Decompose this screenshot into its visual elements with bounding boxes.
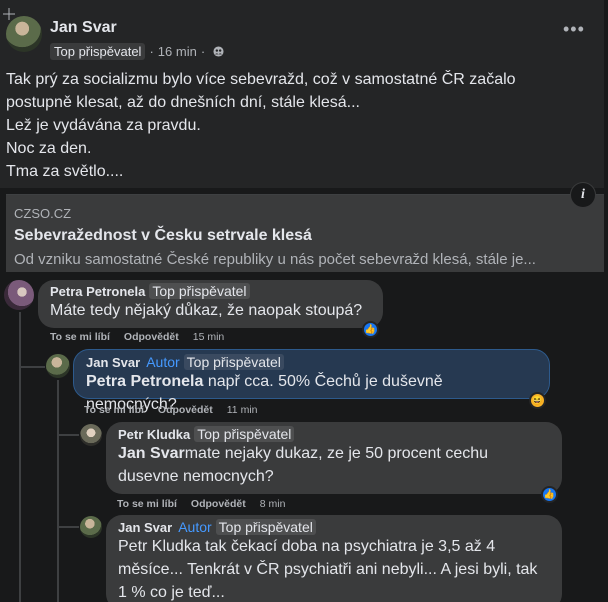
top-contributor-badge: Top přispěvatel [149,283,250,299]
comment-author[interactable]: Petra Petronela [50,284,145,299]
link-title[interactable]: Sebevražednost v Česku setrvale klesá [14,227,312,245]
post-text-line: Tak prý za socializmu bylo více sebevraž… [6,71,516,88]
comment-time[interactable]: 11 min [227,404,258,416]
comment-author[interactable]: Jan Svar [86,355,140,370]
reply-button[interactable]: Odpovědět [158,404,213,416]
comment-bubble: Jan Svar Autor Top přispěvatel Petra Pet… [73,349,550,413]
post-meta: Top přispěvatel · 16 min · [50,43,224,60]
comment-time[interactable]: 15 min [193,331,225,343]
post-text: Tak prý za socializmu bylo více sebevraž… [6,68,596,183]
author-tag: Autor [178,519,212,535]
comment-actions: To se mi líbí Odpovědět 15 min [50,331,224,343]
link-description: Od vzniku samostatné České republiky u n… [14,251,536,268]
avatar[interactable] [46,354,70,378]
reply-button[interactable]: Odpovědět [124,331,179,343]
comment-author[interactable]: Jan Svar [118,520,172,535]
post-text-line: Noc za den. [6,140,92,157]
like-button[interactable]: To se mi líbí [117,498,177,510]
comment-text: Máte tedy nějaký důkaz, že naopak stoupá… [50,302,363,319]
post-card: Jan Svar Top přispěvatel · 16 min · ••• … [0,0,604,188]
thread-line [57,526,79,528]
comment-actions: To se mi líbí Odpovědět 11 min [84,404,258,416]
mention-link[interactable]: Jan Svar [118,445,185,462]
meta-separator: · [149,44,154,59]
like-reaction-icon[interactable]: 👍 [362,321,379,338]
reply-button[interactable]: Odpovědět [191,498,246,510]
post-text-line: postupně klesat, až do dnešních dní, stá… [6,94,360,111]
thread-line [19,312,21,602]
info-icon[interactable]: i [570,182,596,208]
more-options-button[interactable]: ••• [563,20,585,38]
author-avatar[interactable] [6,16,42,52]
avatar[interactable] [80,424,102,446]
post-text-line: Lež je vydávána za pravdu. [6,117,201,134]
friends-icon [213,46,224,57]
top-contributor-badge: Top přispěvatel [194,426,295,442]
post-text-line: Tma za světlo.... [6,163,124,180]
thread-line [19,366,45,368]
avatar[interactable] [4,280,34,310]
comment-bubble: Petra Petronela Top přispěvatel Máte ted… [38,280,383,328]
like-reaction-icon[interactable]: 👍 [541,486,558,503]
comment-text-line: měsíce... Tenkrát v ČR psychiatři ani ne… [118,561,538,578]
post-author[interactable]: Jan Svar [50,19,117,37]
comment-text: Jan Svarmate nejaky dukaz, ze je 50 proc… [118,442,550,465]
author-tag: Autor [146,354,180,370]
comment-text-body: mate nejaky dukaz, ze je 50 procent cech… [184,445,489,462]
thread-line [57,434,79,436]
link-domain: CZSO.CZ [14,206,72,221]
comment-author[interactable]: Petr Kludka [118,427,190,442]
comment-text-line: dusevne nemocnych? [118,468,274,485]
comment-bubble: Jan Svar Autor Top přispěvatel Petr Klud… [106,515,562,602]
mention-link[interactable]: Petra Petronela [86,373,203,390]
haha-reaction-icon[interactable]: 😆 [529,392,546,409]
comment-actions: To se mi líbí Odpovědět 8 min [117,498,285,510]
thread-line [57,380,59,602]
like-button[interactable]: To se mi líbí [50,331,110,343]
comment-time[interactable]: 8 min [260,498,286,510]
comment-text-line: 1 % co je teď... [118,584,225,601]
top-contributor-badge: Top přispěvatel [183,354,284,370]
top-contributor-badge: Top přispěvatel [50,43,146,60]
link-preview[interactable]: CZSO.CZ Sebevražednost v Česku setrvale … [6,194,604,272]
post-time[interactable]: 16 min [158,44,197,59]
meta-separator: · [200,44,206,59]
top-contributor-badge: Top přispěvatel [215,519,316,535]
comment-bubble: Petr Kludka Top přispěvatel Jan Svarmate… [106,422,562,494]
comment-text-line: Petr Kludka tak čekací doba na psychiatr… [118,538,496,555]
avatar[interactable] [80,516,102,538]
like-button[interactable]: To se mi líbí [84,404,144,416]
